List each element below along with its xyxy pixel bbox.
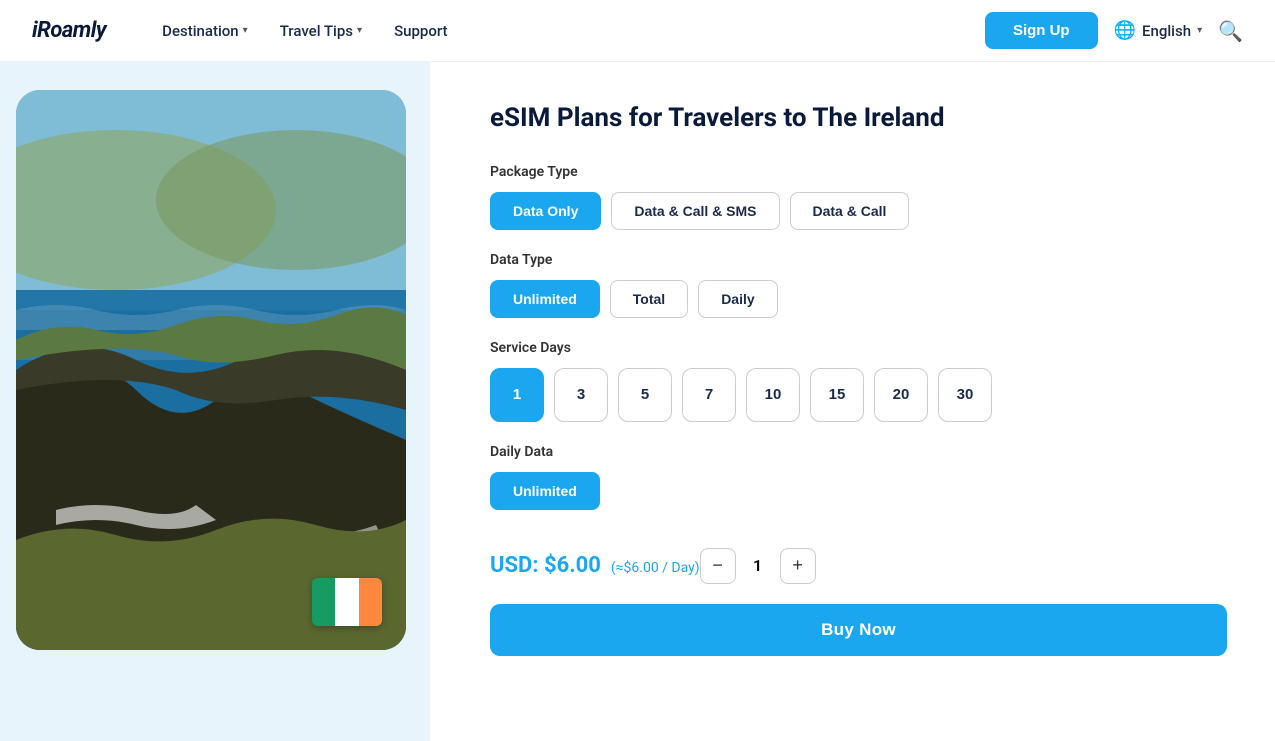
data-unlimited-button[interactable]: Unlimited bbox=[490, 280, 600, 318]
day-1-button[interactable]: 1 bbox=[490, 368, 544, 422]
destination-label: Destination bbox=[162, 22, 238, 40]
price-display: USD: $6.00 (≈$6.00 / Day) bbox=[490, 553, 700, 578]
day-15-button[interactable]: 15 bbox=[810, 368, 864, 422]
language-label: English bbox=[1142, 22, 1191, 40]
data-type-label: Data Type bbox=[490, 252, 1227, 268]
daily-data-group: Unlimited bbox=[490, 472, 1227, 510]
package-data-call-button[interactable]: Data & Call bbox=[790, 192, 910, 230]
flag-orange-stripe bbox=[359, 578, 382, 626]
buy-now-button[interactable]: Buy Now bbox=[490, 604, 1227, 656]
nav-travel-tips[interactable]: Travel Tips ▾ bbox=[268, 14, 374, 48]
nav-links: Destination ▾ Travel Tips ▾ Support bbox=[150, 14, 949, 48]
navbar: iRoamly Destination ▾ Travel Tips ▾ Supp… bbox=[0, 0, 1275, 62]
support-label: Support bbox=[394, 22, 447, 40]
destination-image-card bbox=[16, 90, 406, 650]
language-selector[interactable]: 🌐 English ▾ bbox=[1114, 20, 1202, 41]
search-icon[interactable]: 🔍 bbox=[1218, 19, 1243, 43]
flag-green-stripe bbox=[312, 578, 335, 626]
main-content: eSIM Plans for Travelers to The Ireland … bbox=[0, 62, 1275, 741]
destination-chevron-icon: ▾ bbox=[243, 25, 248, 36]
nav-support[interactable]: Support bbox=[382, 14, 459, 48]
package-data-only-button[interactable]: Data Only bbox=[490, 192, 601, 230]
page-title: eSIM Plans for Travelers to The Ireland bbox=[490, 102, 1227, 136]
quantity-increase-button[interactable]: + bbox=[780, 548, 816, 584]
globe-icon: 🌐 bbox=[1114, 20, 1136, 41]
data-daily-button[interactable]: Daily bbox=[698, 280, 777, 318]
daily-unlimited-button[interactable]: Unlimited bbox=[490, 472, 600, 510]
quantity-control: − 1 + bbox=[700, 548, 816, 584]
data-type-group: Unlimited Total Daily bbox=[490, 280, 1227, 318]
day-5-button[interactable]: 5 bbox=[618, 368, 672, 422]
price-per-day: (≈$6.00 / Day) bbox=[611, 560, 700, 576]
service-days-label: Service Days bbox=[490, 340, 1227, 356]
package-type-label: Package Type bbox=[490, 164, 1227, 180]
pricing-row: USD: $6.00 (≈$6.00 / Day) − 1 + bbox=[490, 548, 1227, 584]
language-chevron-icon: ▾ bbox=[1197, 25, 1202, 36]
ireland-image bbox=[16, 90, 406, 650]
nav-right: Sign Up 🌐 English ▾ 🔍 bbox=[985, 12, 1243, 49]
flag-white-stripe bbox=[335, 578, 358, 626]
service-days-group: 1 3 5 7 10 15 20 30 bbox=[490, 368, 1227, 422]
day-3-button[interactable]: 3 bbox=[554, 368, 608, 422]
ireland-flag bbox=[312, 578, 382, 626]
quantity-decrease-button[interactable]: − bbox=[700, 548, 736, 584]
daily-data-label: Daily Data bbox=[490, 444, 1227, 460]
package-data-call-sms-button[interactable]: Data & Call & SMS bbox=[611, 192, 779, 230]
left-panel bbox=[0, 62, 430, 741]
signup-button[interactable]: Sign Up bbox=[985, 12, 1098, 49]
data-total-button[interactable]: Total bbox=[610, 280, 688, 318]
logo[interactable]: iRoamly bbox=[32, 18, 106, 43]
day-20-button[interactable]: 20 bbox=[874, 368, 928, 422]
quantity-value: 1 bbox=[748, 556, 768, 575]
price-value: USD: $6.00 bbox=[490, 553, 601, 578]
day-30-button[interactable]: 30 bbox=[938, 368, 992, 422]
nav-destination[interactable]: Destination ▾ bbox=[150, 14, 260, 48]
package-type-group: Data Only Data & Call & SMS Data & Call bbox=[490, 192, 1227, 230]
day-7-button[interactable]: 7 bbox=[682, 368, 736, 422]
travel-tips-label: Travel Tips bbox=[280, 22, 353, 40]
right-panel: eSIM Plans for Travelers to The Ireland … bbox=[430, 62, 1275, 741]
travel-tips-chevron-icon: ▾ bbox=[357, 25, 362, 36]
day-10-button[interactable]: 10 bbox=[746, 368, 800, 422]
